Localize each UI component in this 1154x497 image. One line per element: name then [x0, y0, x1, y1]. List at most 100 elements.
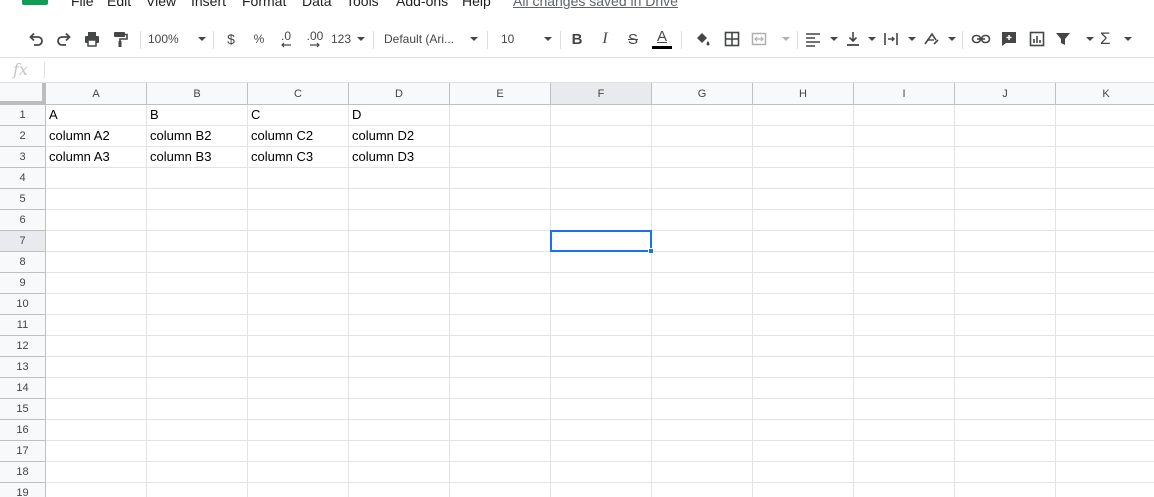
- cell-i3[interactable]: [854, 147, 955, 168]
- cell-c16[interactable]: [248, 420, 349, 441]
- cell-b16[interactable]: [147, 420, 248, 441]
- cell-f1[interactable]: [551, 105, 652, 126]
- cell-i12[interactable]: [854, 336, 955, 357]
- paint-format-button[interactable]: [108, 27, 132, 51]
- menu-file[interactable]: File: [71, 0, 94, 12]
- cell-h16[interactable]: [753, 420, 854, 441]
- cell-b15[interactable]: [147, 399, 248, 420]
- row-header-18[interactable]: 18: [0, 462, 46, 483]
- cell-e2[interactable]: [450, 126, 551, 147]
- redo-button[interactable]: [52, 27, 76, 51]
- merge-cells-button[interactable]: [750, 27, 790, 51]
- cell-i6[interactable]: [854, 210, 955, 231]
- row-header-14[interactable]: 14: [0, 378, 46, 399]
- borders-button[interactable]: [720, 27, 744, 51]
- cell-e13[interactable]: [450, 357, 551, 378]
- column-header-d[interactable]: D: [349, 83, 450, 105]
- cell-d4[interactable]: [349, 168, 450, 189]
- cell-d14[interactable]: [349, 378, 450, 399]
- cell-e8[interactable]: [450, 252, 551, 273]
- cell-a13[interactable]: [46, 357, 147, 378]
- cell-f13[interactable]: [551, 357, 652, 378]
- cell-e5[interactable]: [450, 189, 551, 210]
- row-header-13[interactable]: 13: [0, 357, 46, 378]
- vertical-align-button[interactable]: [844, 27, 876, 51]
- cell-c19[interactable]: [248, 483, 349, 497]
- menu-add-ons[interactable]: Add-ons: [396, 0, 448, 12]
- cell-a17[interactable]: [46, 441, 147, 462]
- insert-chart-button[interactable]: [1025, 27, 1049, 51]
- cell-j15[interactable]: [955, 399, 1056, 420]
- cell-f15[interactable]: [551, 399, 652, 420]
- cell-a19[interactable]: [46, 483, 147, 497]
- cell-k4[interactable]: [1056, 168, 1154, 189]
- cell-e12[interactable]: [450, 336, 551, 357]
- cell-a3[interactable]: column A3: [46, 147, 147, 168]
- cell-b17[interactable]: [147, 441, 248, 462]
- cell-d13[interactable]: [349, 357, 450, 378]
- row-header-19[interactable]: 19: [0, 483, 46, 497]
- row-header-12[interactable]: 12: [0, 336, 46, 357]
- cell-g11[interactable]: [652, 315, 753, 336]
- cell-k7[interactable]: [1056, 231, 1154, 252]
- cell-h3[interactable]: [753, 147, 854, 168]
- cell-k14[interactable]: [1056, 378, 1154, 399]
- decrease-decimal-button[interactable]: .0: [274, 27, 298, 51]
- cell-a8[interactable]: [46, 252, 147, 273]
- cell-g5[interactable]: [652, 189, 753, 210]
- cell-f6[interactable]: [551, 210, 652, 231]
- menu-help[interactable]: Help: [462, 0, 491, 12]
- menu-insert[interactable]: Insert: [191, 0, 226, 12]
- cell-g6[interactable]: [652, 210, 753, 231]
- font-size-select[interactable]: 10: [496, 27, 552, 51]
- cell-c5[interactable]: [248, 189, 349, 210]
- cell-k10[interactable]: [1056, 294, 1154, 315]
- cell-d9[interactable]: [349, 273, 450, 294]
- cell-f18[interactable]: [551, 462, 652, 483]
- row-header-17[interactable]: 17: [0, 441, 46, 462]
- cell-h14[interactable]: [753, 378, 854, 399]
- cell-f11[interactable]: [551, 315, 652, 336]
- cell-i19[interactable]: [854, 483, 955, 497]
- cell-f3[interactable]: [551, 147, 652, 168]
- cell-b18[interactable]: [147, 462, 248, 483]
- cell-j5[interactable]: [955, 189, 1056, 210]
- cell-i9[interactable]: [854, 273, 955, 294]
- cell-h1[interactable]: [753, 105, 854, 126]
- cell-j9[interactable]: [955, 273, 1056, 294]
- cell-f17[interactable]: [551, 441, 652, 462]
- cell-c10[interactable]: [248, 294, 349, 315]
- cell-e11[interactable]: [450, 315, 551, 336]
- cell-e6[interactable]: [450, 210, 551, 231]
- row-header-15[interactable]: 15: [0, 399, 46, 420]
- cell-d8[interactable]: [349, 252, 450, 273]
- cell-a18[interactable]: [46, 462, 147, 483]
- cell-j16[interactable]: [955, 420, 1056, 441]
- column-header-b[interactable]: B: [147, 83, 248, 105]
- cell-h19[interactable]: [753, 483, 854, 497]
- cell-g8[interactable]: [652, 252, 753, 273]
- text-color-button[interactable]: A: [650, 27, 674, 51]
- cell-h15[interactable]: [753, 399, 854, 420]
- cell-i16[interactable]: [854, 420, 955, 441]
- cell-d5[interactable]: [349, 189, 450, 210]
- bold-button[interactable]: B: [566, 27, 588, 51]
- fill-color-button[interactable]: [690, 27, 714, 51]
- cell-a2[interactable]: column A2: [46, 126, 147, 147]
- percent-format-button[interactable]: %: [249, 27, 269, 51]
- cell-k2[interactable]: [1056, 126, 1154, 147]
- cell-f12[interactable]: [551, 336, 652, 357]
- cell-i4[interactable]: [854, 168, 955, 189]
- cell-b3[interactable]: column B3: [147, 147, 248, 168]
- cell-b6[interactable]: [147, 210, 248, 231]
- cell-h12[interactable]: [753, 336, 854, 357]
- cell-k12[interactable]: [1056, 336, 1154, 357]
- cell-c3[interactable]: column C3: [248, 147, 349, 168]
- cell-k17[interactable]: [1056, 441, 1154, 462]
- cell-e19[interactable]: [450, 483, 551, 497]
- save-status-link[interactable]: All changes saved in Drive: [513, 0, 678, 12]
- cell-j18[interactable]: [955, 462, 1056, 483]
- cell-c14[interactable]: [248, 378, 349, 399]
- cell-a6[interactable]: [46, 210, 147, 231]
- sheets-logo[interactable]: [22, 0, 48, 5]
